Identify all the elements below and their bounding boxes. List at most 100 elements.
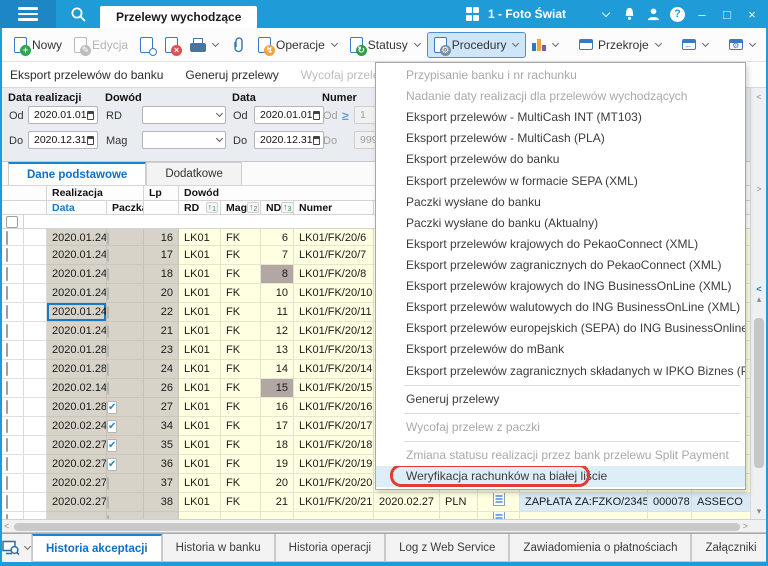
cell-numer[interactable]: LK01/FK/20/8 [294, 265, 374, 284]
cell-nd[interactable] [261, 512, 294, 519]
footer-search-tool-button[interactable] [2, 534, 32, 562]
cell-waluta[interactable]: PLN [440, 493, 478, 512]
cell-lp[interactable]: 35 [144, 436, 179, 455]
menu-item[interactable]: Eksport przelewów krajowych do ING Busin… [376, 276, 745, 297]
tab-przelewy-wychodzace[interactable]: Przelewy wychodzące [100, 6, 257, 28]
paczka-checkbox[interactable]: ✔ [107, 420, 117, 433]
cell-paczka[interactable]: ✔ [107, 455, 144, 474]
calendar-icon[interactable] [87, 136, 94, 145]
cell-numer[interactable]: LK01/FK/20/6 [294, 229, 374, 246]
footer-tab[interactable]: Historia w banku [162, 534, 275, 562]
global-search-button[interactable] [56, 6, 100, 23]
row-checkbox[interactable] [6, 324, 8, 338]
notifications-bell-icon[interactable] [622, 6, 637, 22]
footer-tab[interactable]: Historia akceptacji [32, 534, 162, 562]
group-header-realizacja[interactable]: Realizacja [47, 186, 144, 201]
cell-numer-banku[interactable] [648, 512, 692, 519]
cell-nd[interactable]: 7 [261, 246, 294, 265]
paczka-checkbox[interactable] [107, 344, 109, 357]
cell-lp[interactable]: 17 [144, 246, 179, 265]
action-link[interactable]: Eksport przelewów do banku [10, 68, 163, 82]
cell-tytul[interactable] [520, 512, 648, 519]
sort-asc-1-icon[interactable]: ↑1 [206, 202, 218, 213]
cell-mag[interactable]: FK [221, 303, 261, 322]
paczka-checkbox[interactable] [107, 382, 109, 395]
cell-nd[interactable]: 14 [261, 360, 294, 379]
chart-button[interactable] [526, 34, 565, 55]
cell-lp[interactable]: 36 [144, 455, 179, 474]
cell-rd[interactable]: LK01 [179, 474, 221, 493]
attachments-button[interactable] [225, 33, 252, 57]
cell-numer[interactable]: LK01/FK/20/10 [294, 284, 374, 303]
cell-lp[interactable]: 20 [144, 284, 179, 303]
cell-numer[interactable]: LK01/FK/20/11 [294, 303, 374, 322]
cell-data[interactable]: 2020.01.24 [47, 322, 107, 341]
cell-mag[interactable]: FK [221, 265, 261, 284]
menu-item[interactable]: Eksport przelewów do mBank [376, 339, 745, 360]
cell-rd[interactable]: LK01 [179, 246, 221, 265]
row-checkbox[interactable] [6, 381, 8, 395]
cell-data[interactable]: 2020.02.27 [47, 436, 107, 455]
cell-nd[interactable]: 15 [261, 379, 294, 398]
cell-icon[interactable] [478, 493, 520, 512]
cell-mag[interactable]: FK [221, 398, 261, 417]
menu-item[interactable]: Eksport przelewów walutowych do ING Busi… [376, 297, 745, 318]
dowod-mag-select[interactable] [142, 131, 226, 149]
column-header-nd[interactable]: ND↑3 [261, 201, 294, 215]
new-button[interactable]: + Nowy [8, 33, 68, 57]
sort-asc-2-icon[interactable]: ↑2 [247, 202, 259, 213]
footer-tab[interactable]: Log z Web Service [385, 534, 509, 562]
cell-nd[interactable]: 16 [261, 398, 294, 417]
cell-mag[interactable]: FK [221, 493, 261, 512]
cell-data-dowodu[interactable] [374, 512, 440, 519]
row-checkbox[interactable] [6, 286, 8, 300]
cell-mag[interactable]: FK [221, 229, 261, 246]
cell-paczka[interactable] [107, 379, 144, 398]
horizontal-scrollbar[interactable]: < > [2, 519, 766, 533]
scroll-right-button[interactable]: > [743, 521, 748, 531]
cell-rd[interactable]: LK01 [179, 341, 221, 360]
column-header-rd[interactable]: RD↑1 [179, 201, 221, 215]
cell-numer[interactable]: LK01/FK/20/12 [294, 322, 374, 341]
cell-mag[interactable] [221, 512, 261, 519]
cell-rd[interactable]: LK01 [179, 265, 221, 284]
calendar-icon[interactable] [313, 111, 320, 120]
cell-waluta[interactable] [440, 512, 478, 519]
paczka-checkbox[interactable]: ✔ [107, 458, 117, 471]
cell-paczka[interactable]: ✔ [107, 398, 144, 417]
cell-mag[interactable]: FK [221, 455, 261, 474]
cell-paczka[interactable] [107, 265, 144, 284]
cell-paczka[interactable] [107, 284, 144, 303]
delete-button[interactable]: × [159, 33, 184, 57]
cell-numer[interactable]: LK01/FK/20/15 [294, 379, 374, 398]
menu-item[interactable]: Eksport przelewów europejskich (SEPA) do… [376, 318, 745, 339]
row-checkbox[interactable] [6, 248, 8, 262]
cell-numer[interactable]: LK01/FK/20/19 [294, 455, 374, 474]
company-selector[interactable]: 1 - Foto Świat [488, 7, 566, 21]
procedures-button[interactable]: ⚙ Procedury [427, 32, 527, 58]
operations-button[interactable]: ↯ Operacje [252, 33, 344, 57]
cell-lp[interactable]: 27 [144, 398, 179, 417]
paczka-checkbox[interactable] [107, 477, 109, 490]
footer-tab[interactable]: Historia operacji [275, 534, 385, 562]
calendar-icon[interactable] [313, 136, 320, 145]
view-tab-active[interactable]: Dane podstawowe [8, 162, 146, 185]
cell-numer[interactable]: LK01/FK/20/17 [294, 417, 374, 436]
cell-numer[interactable]: LK01/FK/20/14 [294, 360, 374, 379]
row-checkbox[interactable] [6, 343, 8, 357]
menu-item[interactable]: Paczki wysłane do banku [376, 192, 745, 213]
cell-numer[interactable]: LK01/FK/20/13 [294, 341, 374, 360]
panel-settings-button[interactable]: ⚙ [723, 35, 762, 54]
cell-data[interactable]: 2020.02.27 [47, 474, 107, 493]
cell-mag[interactable]: FK [221, 436, 261, 455]
cell-paczka[interactable]: ✔ [107, 436, 144, 455]
row-checkbox[interactable] [6, 400, 8, 414]
data-do-field[interactable]: 2020.12.31 [254, 131, 324, 149]
table-row[interactable] [0, 512, 768, 519]
print-button[interactable] [184, 34, 225, 56]
cell-paczka[interactable] [107, 303, 144, 322]
row-checkbox[interactable] [6, 305, 8, 319]
cell-paczka[interactable] [107, 229, 144, 246]
cell-lp[interactable]: 24 [144, 360, 179, 379]
cell-mag[interactable]: FK [221, 322, 261, 341]
